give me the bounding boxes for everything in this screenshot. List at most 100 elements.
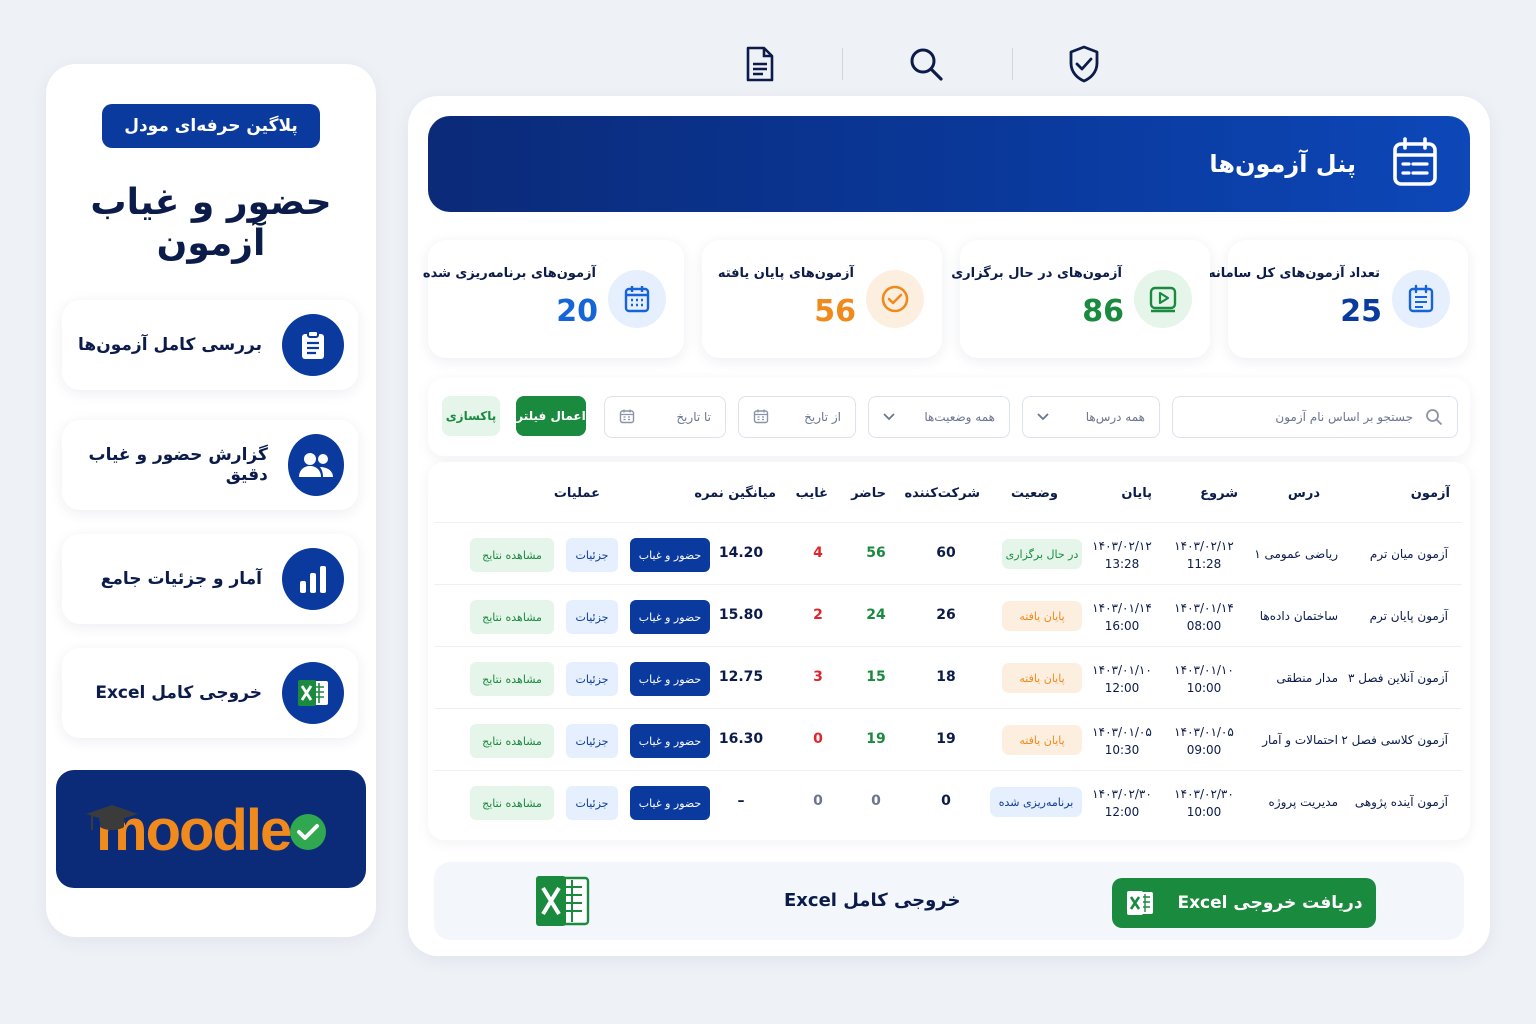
cell-start-time: 11:28 [1186, 557, 1222, 571]
details-button[interactable]: جزئیات [566, 538, 618, 572]
search-icon [1425, 408, 1443, 426]
from-date-input[interactable]: از تاریخ [738, 396, 856, 438]
cell-present: 19 [866, 731, 886, 747]
clear-filter-button[interactable]: پاکسازی [442, 396, 500, 436]
excel-icon [282, 662, 344, 724]
cell-start-date: ۱۴۰۳/۰۱/۱۴ [1174, 601, 1234, 615]
stat-label: آزمون‌های برنامه‌ریزی شده [422, 266, 596, 281]
search-placeholder: جستجو بر اساس نام آزمون [1275, 410, 1413, 424]
calendar-list-icon [1392, 270, 1450, 328]
details-button[interactable]: جزئیات [566, 600, 618, 634]
play-video-icon [1134, 270, 1192, 328]
calendar-small-icon [753, 408, 769, 427]
calendar-icon [1392, 137, 1438, 191]
exam-dashboard: پنل آزمون‌ها تعداد آزمون‌های کل سامانه 2… [408, 96, 1490, 956]
panel-banner: پنل آزمون‌ها [428, 116, 1470, 212]
cell-exam: آزمون پایان ترم [1369, 609, 1448, 623]
clipboard-icon [282, 314, 344, 376]
cell-exam: آزمون آنلاین فصل ۳ [1347, 671, 1448, 685]
cell-absent: 2 [813, 607, 823, 623]
cell-participants: 19 [936, 731, 956, 747]
cell-avg: 16.30 [718, 731, 764, 747]
cell-present: 24 [866, 607, 886, 623]
view-results-button[interactable]: مشاهده نتایج [470, 662, 554, 696]
cell-participants: 60 [936, 545, 956, 561]
cell-start-time: 10:00 [1186, 681, 1222, 695]
cell-start-date: ۱۴۰۳/۰۲/۳۰ [1174, 787, 1234, 801]
details-button[interactable]: جزئیات [566, 786, 618, 820]
top-icons [728, 40, 1118, 88]
view-results-button[interactable]: مشاهده نتایج [470, 724, 554, 758]
feature-label: خروجی کامل Excel [95, 683, 262, 703]
search-icon[interactable] [902, 40, 950, 88]
document-icon[interactable] [736, 40, 784, 88]
cell-end-date: ۱۴۰۳/۰۲/۳۰ [1092, 787, 1152, 801]
promo-title: حضور و غیاب آزمون [90, 182, 332, 264]
header-course: درس [1287, 486, 1320, 501]
attendance-button[interactable]: حضور و غیاب [630, 538, 710, 572]
view-results-button[interactable]: مشاهده نتایج [470, 538, 554, 572]
cell-participants: 26 [936, 607, 956, 623]
shield-check-icon[interactable] [1060, 40, 1108, 88]
cell-avg: – [737, 793, 745, 809]
course-select[interactable]: همه درس‌ها [1022, 396, 1160, 438]
cell-absent: 3 [813, 669, 823, 685]
check-circle-icon [866, 270, 924, 328]
cell-end-time: 13:28 [1104, 557, 1140, 571]
header-status: وضعیت [1010, 486, 1058, 501]
cell-end-time: 10:30 [1104, 743, 1140, 757]
cell-end-date: ۱۴۰۳/۰۱/۱۴ [1092, 601, 1152, 615]
attendance-button[interactable]: حضور و غیاب [630, 662, 710, 696]
table-row: آزمون آنلاین فصل ۳ مدار منطقی ۱۴۰۳/۰۱/۱۰… [434, 646, 1462, 708]
attendance-button[interactable]: حضور و غیاب [630, 724, 710, 758]
cell-end-time: 12:00 [1104, 805, 1140, 819]
feature-label: گزارش حضور و غیاب دقیق [88, 445, 268, 485]
excel-large-icon [534, 872, 592, 934]
cell-participants: 0 [941, 793, 951, 809]
to-date-placeholder: تا تاریخ [676, 410, 711, 424]
cell-start-date: ۱۴۰۳/۰۱/۱۰ [1174, 663, 1234, 677]
cell-participants: 18 [936, 669, 956, 685]
view-results-button[interactable]: مشاهده نتایج [470, 600, 554, 634]
export-label: خروجی کامل Excel [784, 890, 961, 911]
cell-present: 56 [866, 545, 886, 561]
details-button[interactable]: جزئیات [566, 724, 618, 758]
promo-panel: پلاگین حرفه‌ای مودل حضور و غیاب آزمون بر… [46, 64, 376, 937]
download-excel-button[interactable]: دریافت خروجی Excel [1112, 878, 1376, 928]
details-button[interactable]: جزئیات [566, 662, 618, 696]
calendar-grid-icon [608, 270, 666, 328]
attendance-button[interactable]: حضور و غیاب [630, 600, 710, 634]
status-select[interactable]: همه وضعیت‌ها [868, 396, 1010, 438]
search-input[interactable]: جستجو بر اساس نام آزمون [1172, 396, 1458, 438]
cell-avg: 14.20 [718, 545, 764, 561]
table-row: آزمون پایان ترم ساختمان داده‌ها ۱۴۰۳/۰۱/… [434, 584, 1462, 646]
cell-end-time: 16:00 [1104, 619, 1140, 633]
header-participants: شرکت‌کننده [904, 486, 980, 501]
plugin-pill: پلاگین حرفه‌ای مودل [102, 104, 320, 148]
stat-label: آزمون‌های پایان یافته [717, 266, 854, 281]
table-row: آزمون کلاسی فصل ۲ احتمالات و آمار ۱۴۰۳/۰… [434, 708, 1462, 770]
table-row: آزمون میان ترم ریاضی عمومی ۱ ۱۴۰۳/۰۲/۱۲ … [434, 522, 1462, 584]
status-badge: در حال برگزاری [1002, 539, 1082, 569]
cell-end-time: 12:00 [1104, 681, 1140, 695]
users-icon [287, 434, 344, 496]
cell-start-date: ۱۴۰۳/۰۱/۰۵ [1174, 725, 1234, 739]
attendance-button[interactable]: حضور و غیاب [630, 786, 710, 820]
table-row: آزمون آینده پژوهی مدیریت پروژه ۱۴۰۳/۰۲/۳… [434, 770, 1462, 832]
bar-chart-icon [282, 548, 344, 610]
cell-avg: 15.80 [718, 607, 764, 623]
apply-filter-button[interactable]: اعمال فیلتر [516, 396, 586, 436]
calendar-small-icon [619, 408, 635, 427]
stat-label: آزمون‌های در حال برگزاری [951, 266, 1122, 281]
to-date-input[interactable]: تا تاریخ [604, 396, 726, 438]
cell-course: ریاضی عمومی ۱ [1254, 547, 1338, 561]
cell-exam: آزمون کلاسی فصل ۲ [1341, 733, 1448, 747]
chevron-down-icon [1037, 410, 1049, 424]
stat-card-running: آزمون‌های در حال برگزاری 86 [951, 240, 1210, 358]
stat-value: 86 [1082, 294, 1124, 329]
cell-avg: 12.75 [718, 669, 764, 685]
view-results-button[interactable]: مشاهده نتایج [470, 786, 554, 820]
cell-present: 15 [866, 669, 886, 685]
header-exam: آزمون [1410, 486, 1450, 501]
exam-table: آزمون درس شروع پایان وضعیت شرکت‌کننده حا… [428, 462, 1470, 840]
